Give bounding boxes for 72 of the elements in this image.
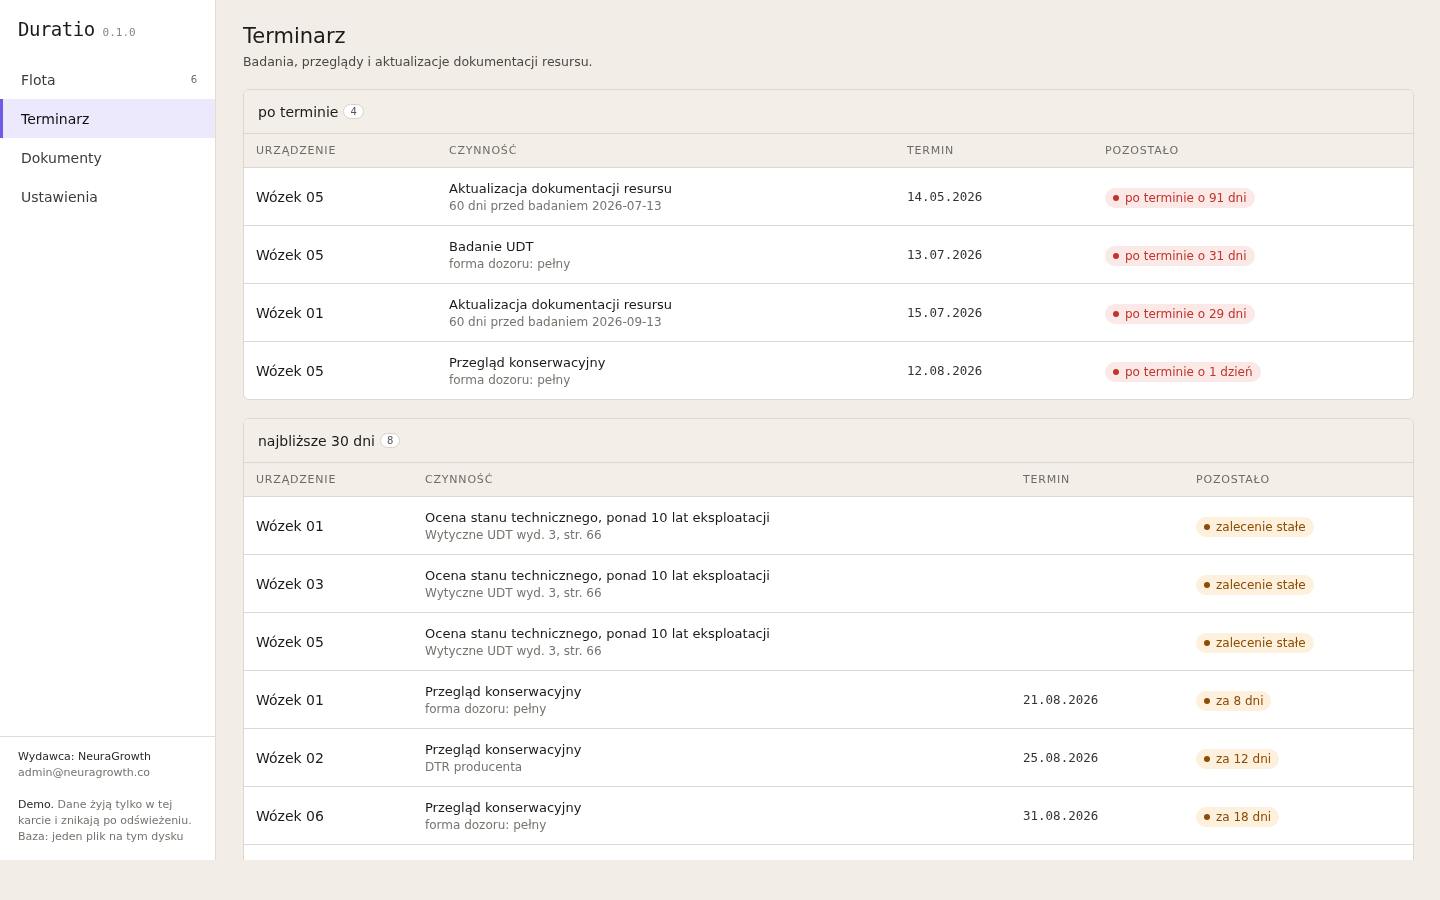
- date-cell: 14.05.2026: [907, 189, 983, 204]
- device-cell-text: Wózek 06: [256, 807, 325, 824]
- app-name: Duratio: [18, 18, 95, 40]
- publisher-text: Wydawca: NeuraGrowth: [18, 749, 152, 765]
- date-cell: 31.08.2026: [1023, 808, 1099, 823]
- date-cell: 12.08.2026: [907, 363, 983, 378]
- device-cell-text: Wózek 05: [256, 362, 325, 379]
- status-badge: za 18 dni: [1196, 806, 1280, 827]
- device-cell-text: Wózek 05: [256, 188, 325, 205]
- column-header: TERMIN: [907, 144, 956, 157]
- demo-notice: Demo. Dane żyją tylko w tej karcie i znikają po odświeżeniu.: [18, 797, 193, 829]
- task-title: Przegląd konserwacyjny: [449, 354, 607, 370]
- nav-count: 6: [190, 74, 197, 85]
- date-cell: 13.07.2026: [907, 247, 983, 262]
- device-cell-text: Wózek 02: [256, 749, 325, 766]
- status-badge: po terminie o 91 dni: [1105, 187, 1255, 208]
- status-badge: zalecenie stałe: [1196, 632, 1314, 653]
- task-title: Ocena stanu technicznego, ponad 10 lat eksploatacji: [425, 509, 771, 525]
- task-note: forma dozoru: pełny: [425, 817, 548, 832]
- task-title: Aktualizacja dokumentacji resursu: [449, 180, 674, 196]
- section-count: 8: [380, 433, 401, 448]
- task-title: Przegląd konserwacyjny: [425, 683, 583, 699]
- task-note: forma dozoru: pełny: [449, 372, 572, 387]
- status-badge: zalecenie stałe: [1196, 574, 1314, 595]
- section-count: 4: [343, 104, 364, 119]
- nav-item[interactable]: Dokumenty: [0, 138, 215, 177]
- task-note: Wytyczne UDT wyd. 3, str. 66: [425, 527, 603, 542]
- device-cell-text: Wózek 01: [256, 517, 325, 534]
- task-note: Wytyczne UDT wyd. 3, str. 66: [425, 585, 603, 600]
- column-header: URZĄDZENIE: [256, 473, 338, 486]
- task-title: Przegląd konserwacyjny: [425, 799, 583, 815]
- device-cell-text: Wózek 05: [256, 633, 325, 650]
- task-note: forma dozoru: pełny: [449, 256, 572, 271]
- task-note: DTR producenta: [425, 759, 524, 774]
- status-badge: zalecenie stałe: [1196, 516, 1314, 537]
- task-title: Ocena stanu technicznego, ponad 10 lat eksploatacji: [425, 567, 771, 583]
- device-cell-text: Wózek 01: [256, 691, 325, 708]
- device-cell-text: Wózek 05: [256, 246, 325, 263]
- date-cell: 21.08.2026: [1023, 692, 1099, 707]
- status-badge: po terminie o 29 dni: [1105, 303, 1255, 324]
- nav-item[interactable]: Flota 6: [0, 60, 215, 99]
- column-header: POZOSTAŁO: [1196, 473, 1271, 486]
- column-header: CZYNNOŚĆ: [449, 144, 519, 157]
- column-header: URZĄDZENIE: [256, 144, 338, 157]
- task-title: Przegląd konserwacyjny: [425, 741, 583, 757]
- email-text: admin@neuragrowth.co: [18, 765, 151, 781]
- nav-item[interactable]: Terminarz: [0, 99, 215, 138]
- task-title: Badanie UDT: [449, 238, 535, 254]
- task-note: 60 dni przed badaniem 2026-07-13: [449, 198, 663, 213]
- column-header: POZOSTAŁO: [1105, 144, 1180, 157]
- status-badge: za 12 dni: [1196, 748, 1280, 769]
- device-cell-text: Wózek 03: [256, 575, 325, 592]
- task-title: Ocena stanu technicznego, ponad 10 lat eksploatacji: [425, 625, 771, 641]
- page-subtitle: Badania, przeglądy i aktualizacje dokumentacji resursu.: [243, 54, 594, 69]
- status-badge: za 8 dni: [1196, 690, 1272, 711]
- column-header: CZYNNOŚĆ: [425, 473, 495, 486]
- nav-item[interactable]: Ustawienia: [0, 177, 215, 216]
- date-cell: 25.08.2026: [1023, 750, 1099, 765]
- section-title: po terminie: [258, 103, 339, 120]
- storage-text: Baza: jeden plik na tym dysku: [18, 829, 185, 845]
- page-title: Terminarz: [243, 24, 347, 48]
- device-cell-text: Wózek 01: [256, 304, 325, 321]
- app-version: 0.1.0: [102, 26, 136, 39]
- task-title: Aktualizacja dokumentacji resursu: [449, 296, 674, 312]
- section-title: najbliższe 30 dni: [258, 432, 375, 449]
- task-note: 60 dni przed badaniem 2026-09-13: [449, 314, 663, 329]
- date-cell: 15.07.2026: [907, 305, 983, 320]
- task-note: forma dozoru: pełny: [425, 701, 548, 716]
- task-note: Wytyczne UDT wyd. 3, str. 66: [425, 643, 603, 658]
- column-header: TERMIN: [1023, 473, 1072, 486]
- status-badge: po terminie o 31 dni: [1105, 245, 1255, 266]
- status-badge: po terminie o 1 dzień: [1105, 361, 1261, 382]
